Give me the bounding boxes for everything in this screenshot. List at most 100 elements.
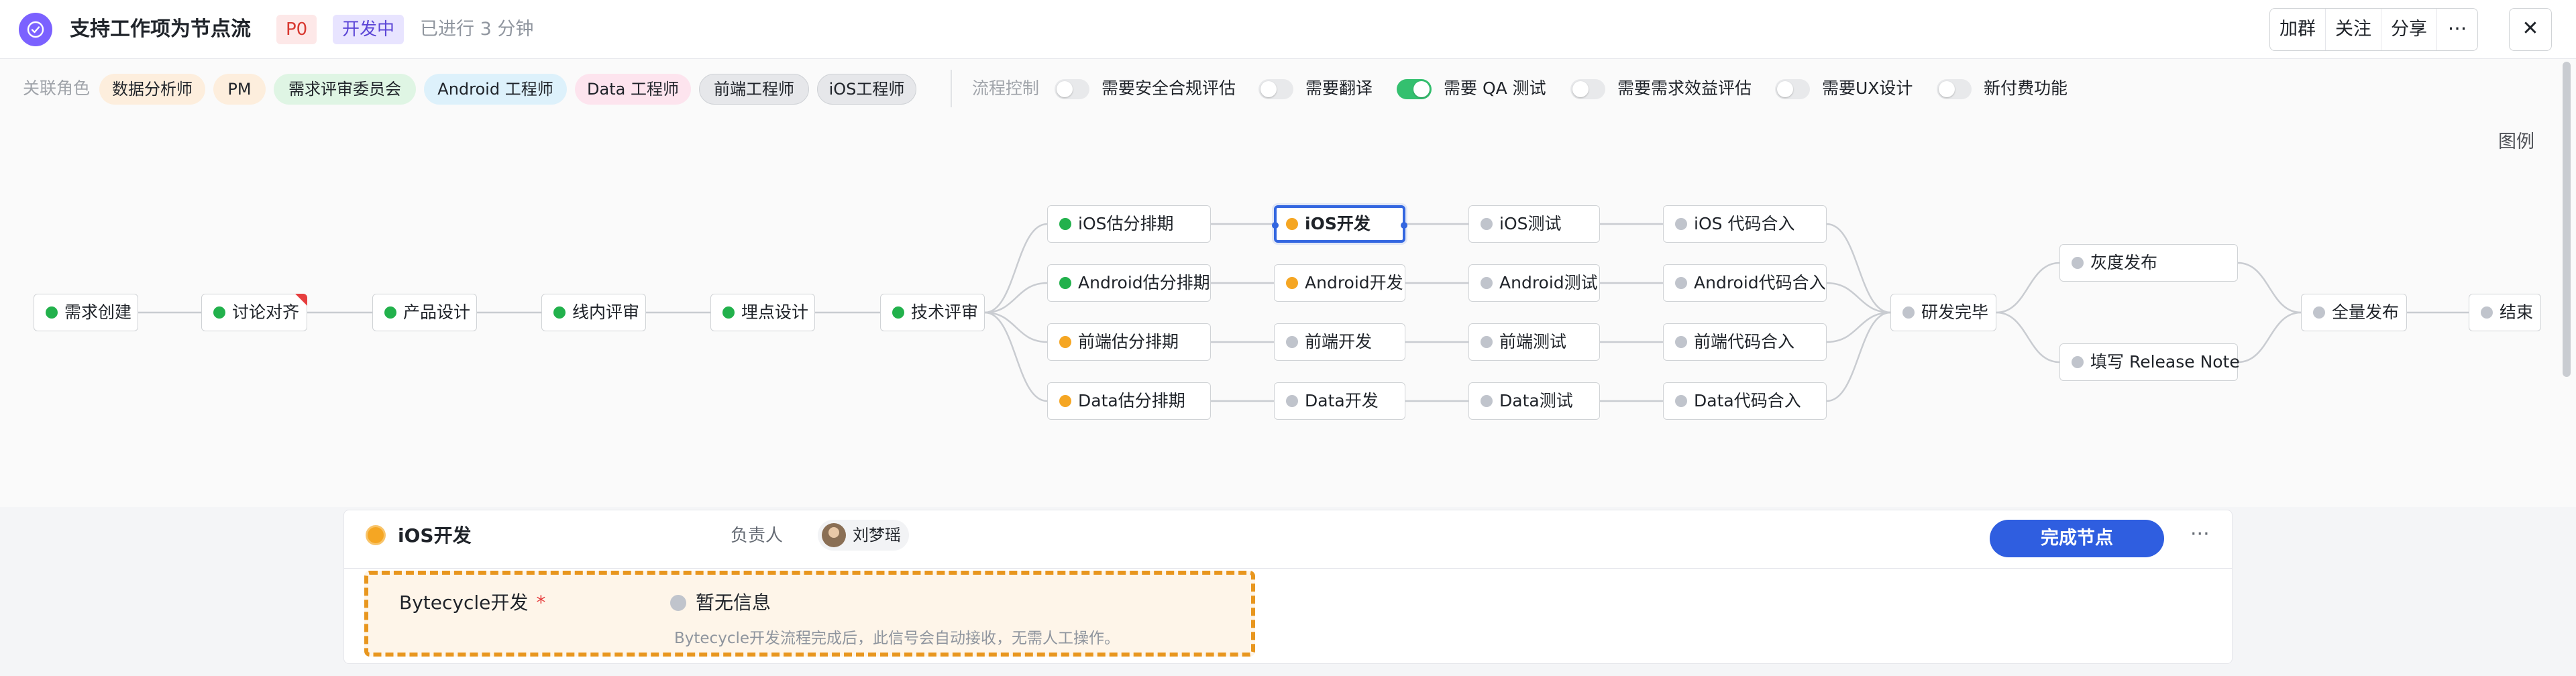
flow-node[interactable]: Android代码合入 xyxy=(1663,264,1827,302)
node-status-dot-icon xyxy=(1481,395,1493,407)
connection-handle-icon[interactable] xyxy=(1401,222,1407,229)
flow-node[interactable]: 灰度发布 xyxy=(2059,244,2238,282)
flow-node-label: 结束 xyxy=(2500,302,2534,322)
more-icon[interactable]: ··· xyxy=(2437,9,2477,50)
node-status-dot-icon xyxy=(1675,277,1687,289)
role-chip[interactable]: PM xyxy=(213,74,266,105)
toggle-knob xyxy=(1572,81,1589,97)
flow-node[interactable]: Android测试 xyxy=(1468,264,1600,302)
flow-node[interactable]: 研发完毕 xyxy=(1890,294,1996,331)
flow-node-label: 灰度发布 xyxy=(2090,253,2158,272)
panel-more-icon[interactable]: ··· xyxy=(2190,521,2210,548)
flow-node-label: 讨论对齐 xyxy=(232,302,300,322)
flow-node[interactable]: 填写 Release Note xyxy=(2059,343,2240,381)
toggle-knob xyxy=(1777,81,1793,97)
flow-node[interactable]: Data代码合入 xyxy=(1663,382,1827,420)
connection-handle-icon[interactable] xyxy=(1272,222,1279,229)
flow-node-label: 前端代码合入 xyxy=(1694,332,1795,351)
node-status-dot-icon xyxy=(1675,395,1687,407)
node-status-dot-icon xyxy=(1286,395,1298,407)
flow-node-label: 产品设计 xyxy=(403,302,471,322)
role-chip[interactable]: Android 工程师 xyxy=(424,74,567,105)
signal-row[interactable]: Bytecycle开发 * 暂无信息 Bytecycle开发流程完成后，此信号会自… xyxy=(364,571,1255,657)
toggle-label: 需要安全合规评估 xyxy=(1102,78,1236,98)
config-bar: 关联角色 数据分析师 PM 需求评审委员会 Android 工程师 Data 工程师 前端… xyxy=(0,59,2576,118)
owner-chip[interactable]: 刘梦瑶 xyxy=(818,520,909,551)
node-status-dot-icon xyxy=(892,306,904,319)
flow-node[interactable]: Android估分排期 xyxy=(1047,264,1211,302)
flow-node-label: Android开发 xyxy=(1305,273,1403,292)
flow-edge xyxy=(1826,223,1891,314)
flow-node[interactable]: iOS估分排期 xyxy=(1047,205,1211,243)
role-chip[interactable]: 前端工程师 xyxy=(699,74,809,105)
role-chip[interactable]: iOS工程师 xyxy=(817,74,916,105)
node-status-dot-icon xyxy=(2072,257,2084,269)
flow-edge xyxy=(1996,262,2060,314)
node-status-dot-icon xyxy=(1059,395,1071,407)
flow-node[interactable]: 全量发布 xyxy=(2301,294,2407,331)
flow-node[interactable]: iOS开发 xyxy=(1272,205,1407,243)
node-status-dot-icon xyxy=(1481,277,1493,289)
follow-button[interactable]: 关注 xyxy=(2326,9,2381,50)
scrollbar[interactable] xyxy=(2563,62,2571,377)
flow-node-label: 全量发布 xyxy=(2332,302,2400,322)
toggle-switch[interactable] xyxy=(1055,79,1089,99)
required-mark: * xyxy=(536,592,546,614)
flow-node[interactable]: 前端测试 xyxy=(1468,323,1600,361)
flow-node[interactable]: 结束 xyxy=(2469,294,2541,331)
node-detail-panel: iOS开发 负责人 刘梦瑶 完成节点 ··· Bytecycle开发 * 暂无信息… xyxy=(343,510,2233,664)
toggle-switch[interactable] xyxy=(1397,79,1432,99)
role-chip[interactable]: 数据分析师 xyxy=(99,74,205,105)
complete-node-button[interactable]: 完成节点 xyxy=(1990,520,2164,557)
flow-edge xyxy=(984,311,1048,402)
flow-node[interactable]: Data测试 xyxy=(1468,382,1600,420)
toggle-switch[interactable] xyxy=(1775,79,1810,99)
flow-node-label: 需求创建 xyxy=(64,302,132,322)
flow-node[interactable]: 前端代码合入 xyxy=(1663,323,1827,361)
flow-node[interactable]: 技术评审 xyxy=(880,294,985,331)
flow-node[interactable]: Android开发 xyxy=(1274,264,1405,302)
status-badge[interactable]: 开发中 xyxy=(333,15,405,44)
toggle-switch[interactable] xyxy=(1937,79,1972,99)
flow-node[interactable]: 线内评审 xyxy=(541,294,646,331)
flow-node[interactable]: 需求创建 xyxy=(34,294,138,331)
node-status-dot-icon xyxy=(722,306,735,319)
flow-node[interactable]: iOS 代码合入 xyxy=(1663,205,1827,243)
toggle-switch[interactable] xyxy=(1570,79,1605,99)
flow-node[interactable]: 产品设计 xyxy=(372,294,477,331)
bar-divider xyxy=(951,70,952,107)
share-button[interactable]: 分享 xyxy=(2381,9,2437,50)
signal-name: Bytecycle开发 * xyxy=(399,588,545,618)
flow-node[interactable]: Data开发 xyxy=(1274,382,1405,420)
elapsed-time: 已进行 3 分钟 xyxy=(420,19,534,40)
toggle-label: 需要需求效益评估 xyxy=(1617,78,1752,98)
flow-node-label: Android测试 xyxy=(1499,273,1598,292)
node-status-dot-icon xyxy=(384,306,396,319)
node-status-icon xyxy=(366,525,386,545)
node-status-dot-icon xyxy=(553,306,566,319)
close-button[interactable]: ✕ xyxy=(2509,8,2552,51)
flow-node[interactable]: 埋点设计 xyxy=(710,294,815,331)
toggle-label: 需要翻译 xyxy=(1305,78,1373,98)
node-status-dot-icon xyxy=(1675,218,1687,230)
role-chip[interactable]: Data 工程师 xyxy=(575,74,691,105)
flow-canvas[interactable]: 图例 需求创建 讨论对齐 产品设计 线内评审 埋点设计 技术评审 iOS估分排期 Androi… xyxy=(0,118,2576,507)
roles-label: 关联角色 xyxy=(23,78,91,98)
flow-node-label: 埋点设计 xyxy=(741,302,809,322)
toggle-knob xyxy=(1260,81,1277,97)
flow-node-label: iOS估分排期 xyxy=(1078,214,1174,233)
flow-node[interactable]: 前端估分排期 xyxy=(1047,323,1211,361)
toggle-switch[interactable] xyxy=(1258,79,1293,99)
join-group-button[interactable]: 加群 xyxy=(2270,9,2326,50)
node-status-dot-icon xyxy=(1286,218,1298,230)
flow-node[interactable]: 前端开发 xyxy=(1274,323,1405,361)
flow-node-label: 填写 Release Note xyxy=(2090,352,2240,372)
role-chip[interactable]: 需求评审委员会 xyxy=(274,74,416,105)
node-status-dot-icon xyxy=(1286,336,1298,348)
flow-node[interactable]: 讨论对齐 xyxy=(201,294,307,331)
flow-node[interactable]: iOS测试 xyxy=(1468,205,1600,243)
flow-node[interactable]: Data估分排期 xyxy=(1047,382,1211,420)
node-status-dot-icon xyxy=(2481,306,2493,319)
priority-badge: P0 xyxy=(276,15,317,44)
node-status-dot-icon xyxy=(2313,306,2325,319)
